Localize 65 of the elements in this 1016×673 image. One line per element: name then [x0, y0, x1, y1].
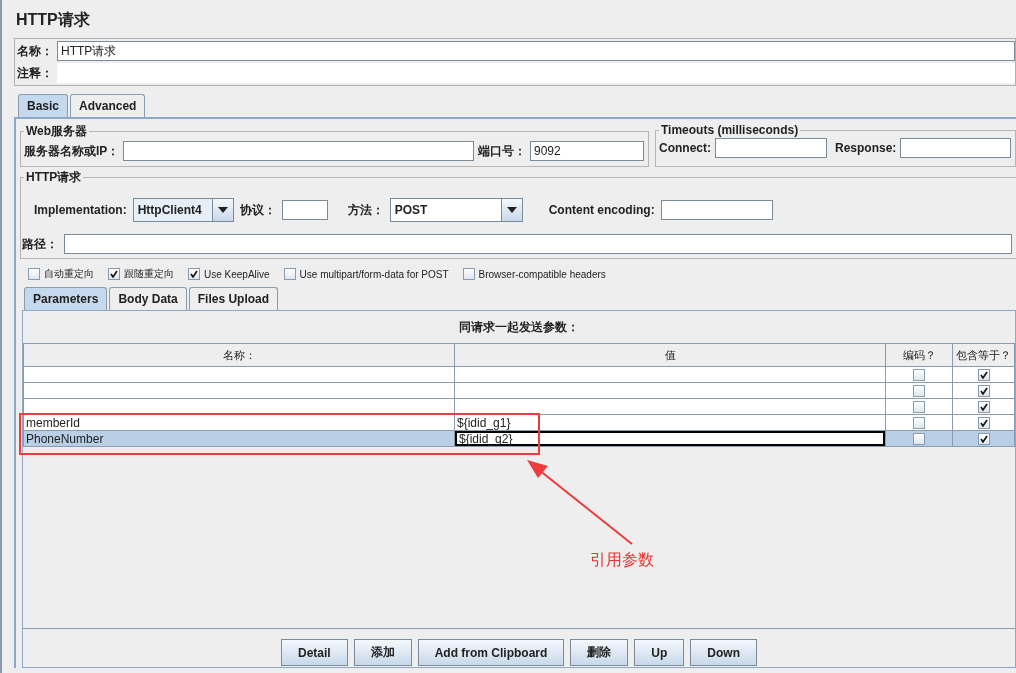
checkbox[interactable]	[977, 400, 990, 413]
checkbox-label: 自动重定向	[44, 267, 94, 281]
button[interactable]: Add from Clipboard	[417, 639, 565, 666]
checkbox[interactable]	[108, 268, 120, 280]
column-header: 名称：	[23, 343, 455, 367]
button[interactable]: Up	[634, 639, 685, 666]
comment-field[interactable]	[57, 63, 1015, 83]
method-dropdown[interactable]: POST	[389, 198, 523, 222]
group-title: Web服务器	[25, 123, 89, 140]
button[interactable]: 添加	[353, 639, 412, 666]
checkbox[interactable]	[913, 416, 925, 429]
field-label: 方法：	[347, 201, 384, 219]
checkbox-label: Use multipart/form-data for POST	[299, 268, 449, 280]
server-field[interactable]	[123, 141, 474, 161]
checkbox[interactable]	[977, 432, 990, 445]
caret-icon	[506, 207, 517, 213]
group-title: Timeouts (milliseconds)	[660, 123, 800, 137]
annotation-text: 引用参数	[590, 550, 654, 570]
column-header: 值	[454, 343, 886, 367]
checkbox[interactable]	[977, 384, 990, 397]
implementation-dropdown[interactable]: HttpClient4	[132, 198, 234, 222]
checkbox[interactable]	[913, 384, 925, 397]
field-label: Implementation:	[34, 203, 127, 217]
checkbox[interactable]	[188, 268, 200, 280]
tab[interactable]: Advanced	[70, 94, 146, 117]
table-caption: 同请求一起发送参数：	[458, 319, 580, 336]
checkbox-label: 跟随重定向	[124, 267, 174, 281]
protocol-field[interactable]	[281, 200, 328, 220]
field-label: Response:	[835, 141, 897, 155]
encoding-field[interactable]	[660, 200, 773, 220]
port-field[interactable]: 9092	[530, 141, 644, 161]
checkbox[interactable]	[977, 416, 990, 429]
button[interactable]: 删除	[570, 639, 629, 666]
tab[interactable]: Files Upload	[188, 287, 279, 310]
field-label: 路径：	[22, 235, 58, 253]
checkbox[interactable]	[913, 368, 925, 381]
checkbox[interactable]	[913, 432, 925, 445]
connect-field[interactable]	[715, 138, 827, 158]
caret-icon	[217, 207, 228, 213]
checkbox[interactable]	[913, 400, 925, 413]
field-label: Content encoding:	[548, 203, 655, 217]
name-field[interactable]: HTTP请求	[57, 41, 1015, 61]
field-label: 服务器名称或IP：	[24, 142, 120, 160]
field-label: 端口号：	[478, 142, 526, 160]
field-label: 注释：	[17, 64, 53, 82]
tab[interactable]: Parameters	[24, 287, 108, 310]
field-label: 名称：	[17, 42, 53, 60]
checkbox[interactable]	[462, 268, 475, 280]
checkbox-label: Browser-compatible headers	[478, 268, 606, 280]
group-title: HTTP请求	[25, 169, 83, 186]
path-field[interactable]	[64, 234, 1012, 254]
column-header: 编码？	[885, 343, 953, 367]
checkbox-label: Use KeepAlive	[204, 268, 270, 280]
panel-title: HTTP请求	[16, 10, 91, 30]
tab[interactable]: Body Data	[109, 287, 187, 310]
column-header: 包含等于？	[952, 343, 1015, 367]
field-label: Connect:	[659, 141, 711, 155]
button[interactable]: Detail	[281, 639, 348, 666]
tab[interactable]: Basic	[18, 94, 69, 117]
button[interactable]: Down	[690, 639, 757, 666]
response-field[interactable]	[900, 138, 1011, 158]
field-label: 协议：	[239, 201, 276, 219]
checkbox[interactable]	[977, 368, 990, 381]
checkbox[interactable]	[283, 268, 296, 280]
checkbox[interactable]	[28, 268, 40, 280]
